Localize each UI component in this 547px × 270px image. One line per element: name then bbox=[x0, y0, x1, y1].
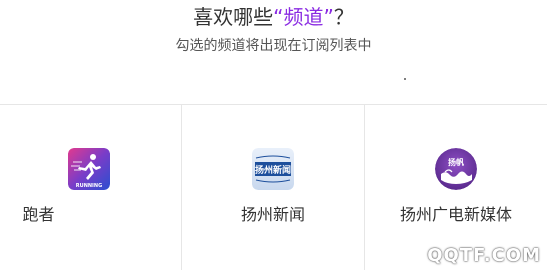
decorative-dot bbox=[404, 78, 406, 80]
channel-label: 扬州广电新媒体 bbox=[399, 205, 512, 224]
channel-item-yangzhou-news[interactable]: 扬州新闻 扬州新闻 bbox=[182, 105, 364, 270]
channel-label: 跑者 bbox=[22, 205, 55, 224]
yangfan-logo-icon: 扬帆 bbox=[435, 148, 477, 190]
yangzhou-news-logo-icon: 扬州新闻 bbox=[252, 148, 294, 190]
title-highlight: “频道” bbox=[273, 5, 334, 29]
channel-picker-page: 喜欢哪些“频道”？ 勾选的频道将出现在订阅列表中 RUNNING 跑者 扬州新闻… bbox=[0, 0, 547, 270]
channel-item-runner[interactable]: RUNNING 跑者 bbox=[0, 105, 181, 270]
column-divider bbox=[364, 105, 365, 270]
yangzhou-logo-text: 扬州新闻 bbox=[255, 164, 291, 176]
yangfan-logo-text: 扬帆 bbox=[448, 157, 464, 167]
title-suffix: ？ bbox=[333, 5, 354, 29]
page-subtitle: 勾选的频道将出现在订阅列表中 bbox=[175, 38, 372, 54]
runner-logo-text: RUNNING bbox=[76, 183, 102, 189]
title-prefix: 喜欢哪些 bbox=[193, 5, 274, 29]
watermark: QQTF.COM bbox=[427, 245, 541, 266]
channel-label: 扬州新闻 bbox=[240, 205, 305, 224]
column-divider bbox=[181, 105, 182, 270]
page-title: 喜欢哪些“频道”？ bbox=[0, 4, 547, 30]
runner-logo-icon: RUNNING bbox=[68, 148, 110, 190]
